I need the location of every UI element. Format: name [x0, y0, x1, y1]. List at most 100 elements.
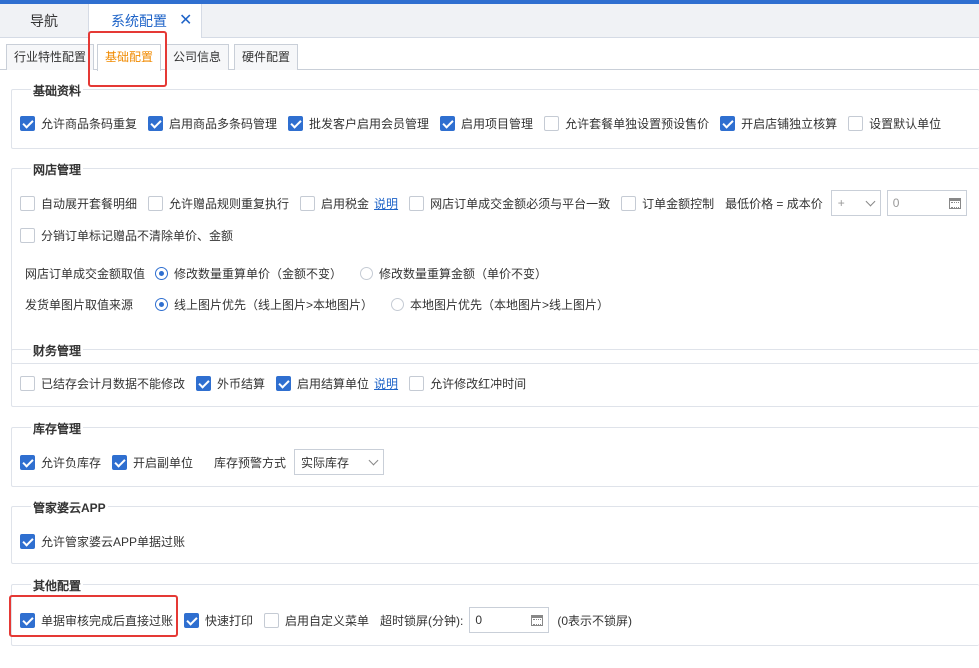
option-label: 设置默认单位	[869, 116, 942, 131]
price-offset-input[interactable]: 0	[886, 190, 967, 216]
online-option-3[interactable]: 网店订单成交金额必须与平台一致	[409, 195, 610, 212]
price-operator-value: +	[837, 196, 845, 210]
checkbox-unchecked-icon[interactable]	[20, 195, 35, 211]
finance-option-2[interactable]: 启用结算单位 说明	[276, 375, 398, 392]
online-option-4[interactable]: 订单金额控制	[621, 195, 714, 212]
checkbox-unchecked-icon[interactable]	[20, 375, 35, 391]
basic-option-3[interactable]: 启用项目管理	[440, 115, 533, 132]
checkbox-unchecked-icon[interactable]	[20, 227, 35, 243]
section-title: 财务管理	[31, 342, 84, 359]
option-label: 自动展开套餐明细	[41, 196, 138, 211]
checkbox-checked-icon[interactable]	[276, 375, 292, 391]
basic-option-5[interactable]: 开启店铺独立核算	[720, 115, 837, 132]
option-label: 开启副单位	[133, 455, 194, 470]
finance-option-0[interactable]: 已结存会计月数据不能修改	[20, 375, 185, 392]
basic-option-1[interactable]: 启用商品多条码管理	[148, 115, 277, 132]
section-online-store: 网店管理 自动展开套餐明细 允许赠品规则重复执行 启用税金 说明 网店订单成交金额必须与…	[11, 161, 979, 364]
option-label: 订单金额控制	[642, 196, 715, 211]
checkbox-unchecked-icon[interactable]	[621, 195, 637, 211]
checkbox-checked-icon[interactable]	[112, 454, 128, 470]
basic-option-4[interactable]: 允许套餐单独设置预设售价	[544, 115, 709, 132]
radio-selected-icon[interactable]	[155, 266, 169, 280]
section-title: 其他配置	[31, 577, 84, 594]
section-basic-data: 基础资料 允许商品条码重复 启用商品多条码管理 批发客户启用会员管理 启用项目管理 允许…	[11, 82, 979, 149]
basic-options-row: 允许商品条码重复 启用商品多条码管理 批发客户启用会员管理 启用项目管理 允许套餐单独设…	[20, 114, 952, 132]
section-finance: 财务管理 已结存会计月数据不能修改 外币结算 启用结算单位 说明 允许修改红冲时间	[11, 342, 979, 407]
finance-option-1[interactable]: 外币结算	[196, 375, 265, 392]
online-extra-option-0[interactable]: 分销订单标记赠品不清除单价、金额	[20, 227, 233, 244]
checkbox-checked-icon[interactable]	[720, 115, 736, 131]
option-label: 允许管家婆云APP单据过账	[41, 534, 186, 549]
close-icon[interactable]: ✕	[179, 4, 192, 38]
checkbox-unchecked-icon[interactable]	[409, 375, 425, 391]
online-option-2[interactable]: 启用税金 说明	[300, 195, 398, 212]
lock-timeout-input[interactable]: 0	[469, 607, 550, 633]
section-cloud-app: 管家婆云APP 允许管家婆云APP单据过账	[11, 499, 979, 564]
finance-option-3[interactable]: 允许修改红冲时间	[409, 375, 526, 392]
checkbox-unchecked-icon[interactable]	[848, 115, 864, 131]
tab-navigation[interactable]: 导航	[0, 4, 88, 38]
radio-selected-icon[interactable]	[155, 297, 169, 311]
help-link[interactable]: 说明	[374, 375, 398, 392]
stock-warning-select[interactable]: 实际库存	[294, 449, 385, 475]
checkbox-checked-icon[interactable]	[148, 115, 164, 131]
online-options-row-2: 分销订单标记赠品不清除单价、金额	[20, 226, 244, 244]
checkbox-unchecked-icon[interactable]	[544, 115, 560, 131]
stock-warning-value: 实际库存	[301, 455, 350, 470]
option-label: 网店订单成交金额必须与平台一致	[430, 196, 611, 211]
app-option-0[interactable]: 允许管家婆云APP单据过账	[20, 533, 185, 550]
subtab-company-info[interactable]: 公司信息	[165, 44, 230, 70]
basic-option-0[interactable]: 允许商品条码重复	[20, 115, 137, 132]
calculator-icon[interactable]	[531, 614, 544, 626]
amount-source-radio-1[interactable]: 修改数量重算金额（单价不变）	[360, 265, 547, 282]
stock-option-0[interactable]: 允许负库存	[20, 454, 101, 471]
radio-unselected-icon[interactable]	[360, 266, 374, 280]
finance-options-row: 已结存会计月数据不能修改 外币结算 启用结算单位 说明 允许修改红冲时间	[20, 374, 537, 392]
highlight-box-basic-config	[88, 31, 167, 87]
checkbox-unchecked-icon[interactable]	[409, 195, 425, 211]
checkbox-unchecked-icon[interactable]	[148, 195, 164, 211]
subtab-hardware-config[interactable]: 硬件配置	[234, 44, 299, 70]
section-title: 基础资料	[31, 82, 84, 99]
price-operator-select[interactable]: +	[830, 190, 881, 216]
min-price-label: 最低价格 = 成本价	[725, 196, 823, 211]
radio-unselected-icon[interactable]	[391, 297, 405, 311]
amount-source-row: 网店订单成交金额取值 修改数量重算单价（金额不变） 修改数量重算金额（单价不变）	[25, 264, 565, 282]
online-option-1[interactable]: 允许赠品规则重复执行	[148, 195, 289, 212]
option-label: 允许商品条码重复	[41, 116, 138, 131]
checkbox-checked-icon[interactable]	[196, 375, 212, 391]
option-label: 允许负库存	[41, 455, 102, 470]
stock-option-1[interactable]: 开启副单位	[112, 454, 193, 471]
checkbox-checked-icon[interactable]	[20, 115, 35, 131]
checkbox-unchecked-icon[interactable]	[300, 195, 316, 211]
chevron-down-icon	[865, 196, 876, 206]
calculator-icon[interactable]	[948, 197, 961, 209]
subtab-industry-config[interactable]: 行业特性配置	[6, 44, 95, 70]
image-source-radio-0[interactable]: 线上图片优先（线上图片>本地图片）	[155, 296, 373, 313]
checkbox-checked-icon[interactable]	[440, 115, 456, 131]
online-option-0[interactable]: 自动展开套餐明细	[20, 195, 137, 212]
option-label: 线上图片优先（线上图片>本地图片）	[174, 297, 374, 312]
basic-option-2[interactable]: 批发客户启用会员管理	[288, 115, 429, 132]
checkbox-checked-icon[interactable]	[184, 612, 200, 628]
image-source-row: 发货单图片取值来源 线上图片优先（线上图片>本地图片） 本地图片优先（本地图片>线…	[25, 295, 627, 313]
section-title: 网店管理	[31, 161, 84, 178]
image-source-radio-1[interactable]: 本地图片优先（本地图片>线上图片）	[391, 296, 609, 313]
help-link[interactable]: 说明	[374, 195, 398, 212]
other-option-1[interactable]: 快速打印	[184, 612, 253, 629]
stock-options-row: 允许负库存 开启副单位 库存预警方式 实际库存	[20, 449, 385, 475]
basic-option-6[interactable]: 设置默认单位	[848, 115, 941, 132]
other-option-2[interactable]: 启用自定义菜单	[264, 612, 369, 629]
section-title: 库存管理	[31, 420, 84, 437]
checkbox-checked-icon[interactable]	[20, 533, 35, 549]
lock-timeout-note: (0表示不锁屏)	[557, 613, 633, 628]
checkbox-checked-icon[interactable]	[288, 115, 304, 131]
option-label: 允许套餐单独设置预设售价	[565, 116, 710, 131]
option-label: 本地图片优先（本地图片>线上图片）	[410, 297, 610, 312]
checkbox-unchecked-icon[interactable]	[264, 612, 280, 628]
option-label: 分销订单标记赠品不清除单价、金额	[41, 228, 234, 243]
option-label: 允许赠品规则重复执行	[169, 196, 290, 211]
section-stock: 库存管理 允许负库存 开启副单位 库存预警方式 实际库存	[11, 420, 979, 487]
checkbox-checked-icon[interactable]	[20, 454, 35, 470]
amount-source-radio-0[interactable]: 修改数量重算单价（金额不变）	[155, 265, 342, 282]
